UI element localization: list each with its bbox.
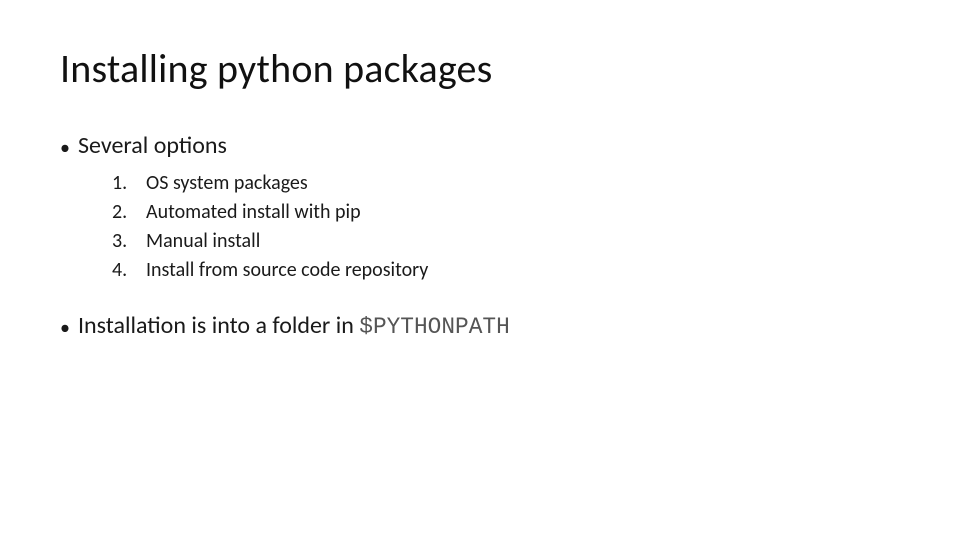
list-text: Install from source code repository bbox=[146, 258, 900, 283]
list-number: 4. bbox=[112, 258, 146, 283]
numbered-list: 1. OS system packages 2. Automated insta… bbox=[112, 171, 900, 283]
install-prefix: Installation is into a folder in bbox=[78, 311, 359, 340]
bullet-icon: • bbox=[60, 138, 78, 158]
slide-content: • Several options 1. OS system packages … bbox=[60, 131, 900, 341]
bullet-text: Several options bbox=[78, 131, 900, 161]
slide-title: Installing python packages bbox=[60, 44, 900, 93]
list-item: 1. OS system packages bbox=[112, 171, 900, 196]
list-item: 2. Automated install with pip bbox=[112, 200, 900, 225]
bullet-install-path: • Installation is into a folder in $PYTH… bbox=[60, 311, 900, 341]
list-text: Manual install bbox=[146, 229, 900, 254]
list-number: 3. bbox=[112, 229, 146, 254]
list-item: 4. Install from source code repository bbox=[112, 258, 900, 283]
list-text: Automated install with pip bbox=[146, 200, 900, 225]
list-number: 2. bbox=[112, 200, 146, 225]
bullet-several-options: • Several options bbox=[60, 131, 900, 161]
pythonpath-code: $PYTHONPATH bbox=[359, 314, 509, 340]
bullet-icon: • bbox=[60, 318, 78, 338]
slide: Installing python packages • Several opt… bbox=[0, 0, 960, 540]
bullet-text: Installation is into a folder in $PYTHON… bbox=[78, 311, 900, 341]
list-number: 1. bbox=[112, 171, 146, 196]
list-item: 3. Manual install bbox=[112, 229, 900, 254]
list-text: OS system packages bbox=[146, 171, 900, 196]
